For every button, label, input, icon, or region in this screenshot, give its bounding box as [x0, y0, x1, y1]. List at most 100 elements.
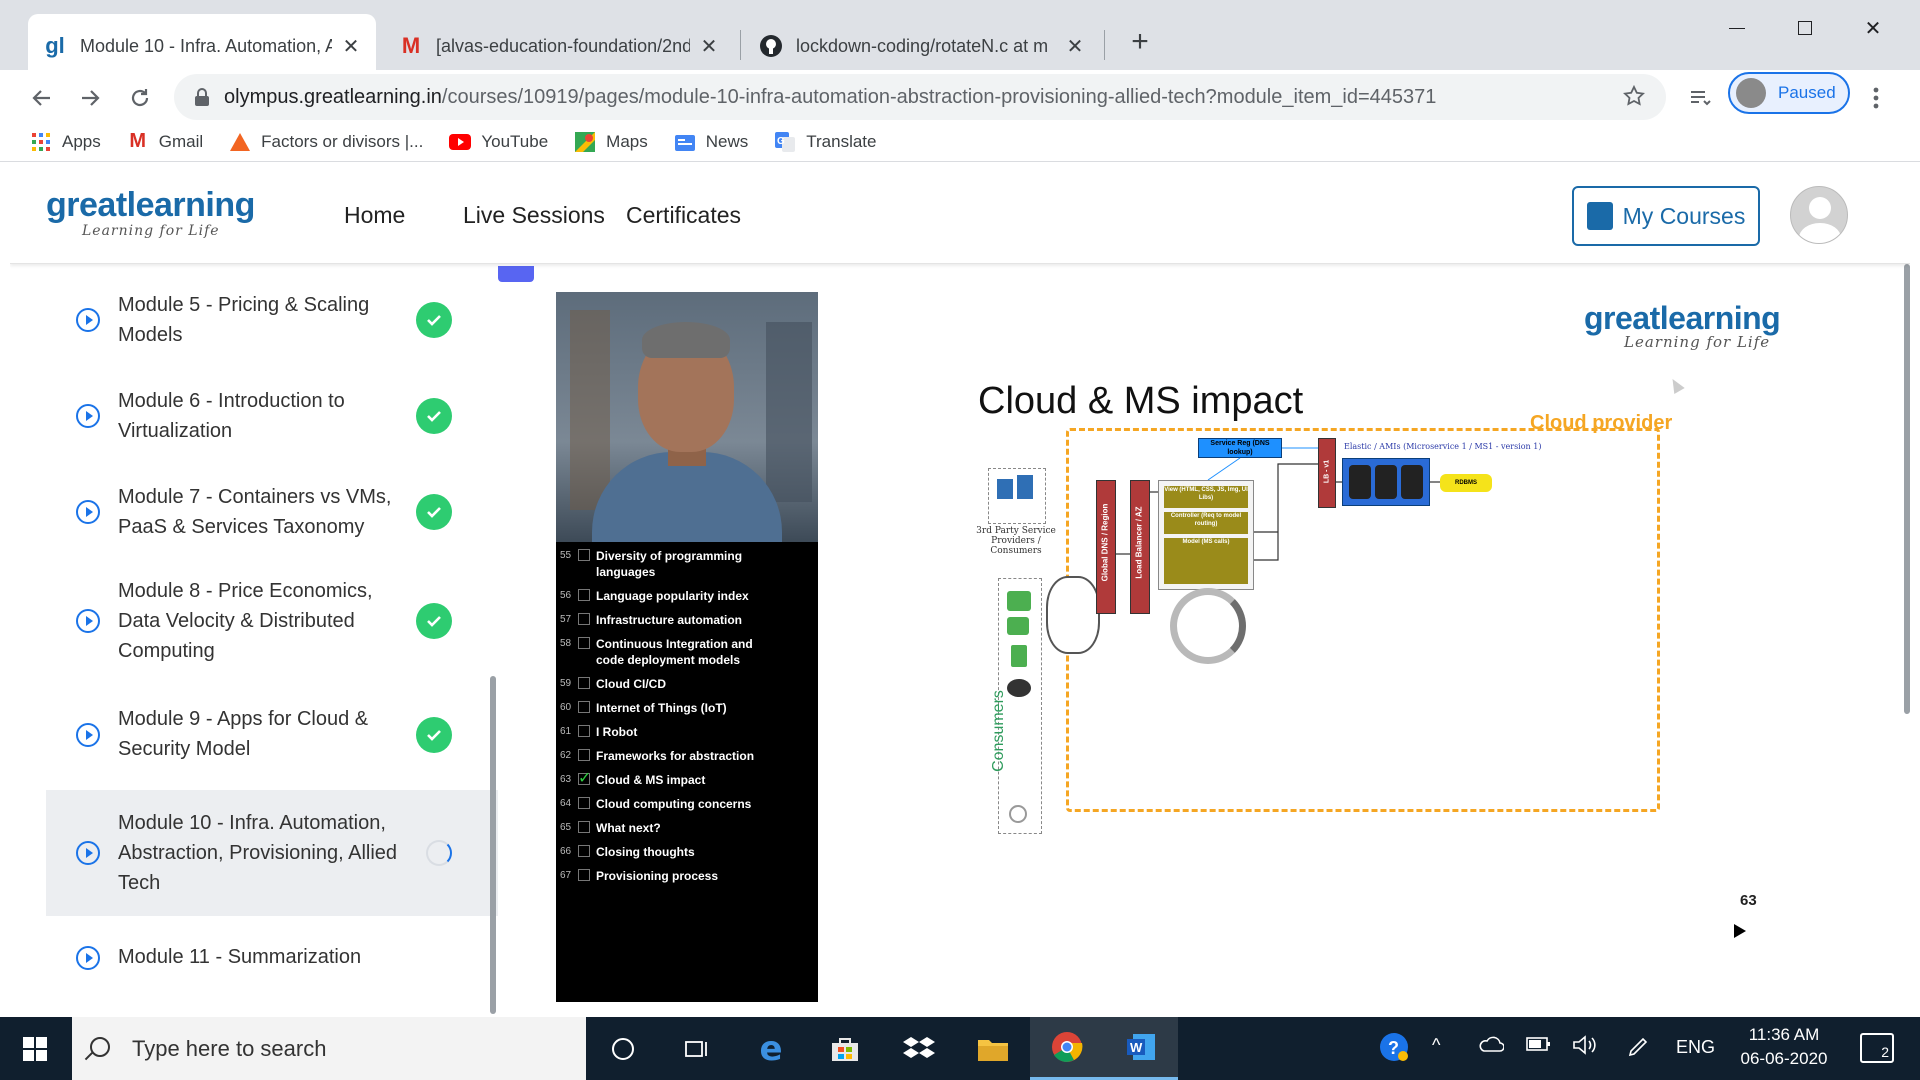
help-icon[interactable]: ? [1378, 1031, 1410, 1068]
maximize-button[interactable] [1772, 8, 1838, 48]
agenda-item: 59 Cloud CI/CD [560, 677, 666, 691]
task-view-icon[interactable] [660, 1017, 734, 1080]
play-circle-icon [76, 723, 100, 747]
module-item-7[interactable]: Module 7 - Containers vs VMs, PaaS & Ser… [46, 472, 498, 552]
bookmark-star-icon[interactable] [1622, 84, 1646, 114]
cortana-icon[interactable] [586, 1017, 660, 1080]
module-item-8[interactable]: Module 8 - Price Economics, Data Velocit… [46, 566, 498, 676]
browser-window: gl Module 10 - Infra. Automation, A ✕ M … [0, 0, 1920, 1017]
browser-menu-icon[interactable] [1856, 78, 1896, 118]
clock[interactable]: 11:36 AM 06-06-2020 [1724, 1023, 1844, 1071]
module-item-5[interactable]: Module 5 - Pricing & Scaling Models [46, 280, 498, 360]
tab-close-icon[interactable]: ✕ [698, 34, 720, 59]
check-icon [578, 768, 591, 788]
onedrive-icon[interactable] [1478, 1035, 1505, 1058]
agenda-item: 56 Language popularity index [560, 589, 749, 603]
tab-close-icon[interactable]: ✕ [1064, 34, 1086, 59]
language-indicator[interactable]: ENG [1676, 1037, 1715, 1058]
taskbar-search-input[interactable]: Type here to search [72, 1017, 586, 1080]
play-circle-icon [76, 500, 100, 524]
tab-github[interactable]: lockdown-coding/rotateN.c at m ✕ [744, 14, 1100, 78]
completed-check-icon [416, 717, 452, 753]
back-button[interactable] [22, 78, 62, 118]
site-header: greatlearning Learning for Life Home Liv… [10, 166, 1910, 264]
agenda-item: 61 I Robot [560, 725, 638, 739]
video-top-strip [498, 266, 1898, 282]
bookmark-factors[interactable]: Factors or divisors |... [229, 131, 423, 153]
module-item-10[interactable]: Module 10 - Infra. Automation, Abstracti… [46, 790, 498, 916]
logo-tagline: Learning for Life [82, 223, 220, 239]
edge-icon[interactable]: e [734, 1017, 808, 1080]
agenda-item: 58 Continuous Integration and code deploy… [560, 637, 753, 667]
my-courses-label: My Courses [1622, 202, 1746, 229]
module-title: Module 6 - Introduction to Virtualizatio… [118, 390, 345, 442]
user-avatar[interactable] [1790, 186, 1848, 244]
page-scrollbar[interactable] [1904, 264, 1910, 714]
greatlearning-logo[interactable]: greatlearning Learning for Life [46, 186, 255, 239]
agenda-item: 65 What next? [560, 821, 661, 835]
url-domain: olympus.greatlearning.in [224, 85, 442, 108]
bookmark-news[interactable]: News [674, 131, 748, 153]
tab-title: Module 10 - Infra. Automation, A [80, 35, 332, 56]
lock-icon [194, 88, 210, 106]
presenter-video [556, 292, 818, 542]
file-explorer-icon[interactable] [956, 1017, 1030, 1080]
dropbox-icon[interactable] [882, 1017, 956, 1080]
play-circle-icon [76, 308, 100, 332]
url-path: /courses/10919/pages/module-10-infra-aut… [441, 85, 1437, 108]
tab-separator [740, 30, 741, 60]
nav-live-sessions[interactable]: Live Sessions [463, 202, 605, 229]
svg-text:?: ? [1388, 1038, 1399, 1058]
chrome-icon[interactable] [1030, 1017, 1104, 1080]
volume-icon[interactable] [1572, 1035, 1598, 1060]
reload-button[interactable] [120, 78, 160, 118]
module-item-6[interactable]: Module 6 - Introduction to Virtualizatio… [46, 376, 498, 456]
word-icon[interactable]: W [1104, 1017, 1178, 1080]
bookmark-youtube[interactable]: YouTube [449, 131, 548, 153]
tab-current[interactable]: gl Module 10 - Infra. Automation, A ✕ [28, 14, 376, 78]
bookmark-apps[interactable]: Apps [30, 131, 101, 153]
pen-ink-icon[interactable] [1626, 1035, 1650, 1064]
slide-page-number: 63 [1740, 892, 1757, 909]
store-icon[interactable] [808, 1017, 882, 1080]
tab-title: [alvas-education-foundation/2nd [436, 35, 690, 56]
start-button[interactable] [0, 1017, 70, 1080]
agenda-item: 55 Diversity of programming languages [560, 549, 743, 579]
notification-center-icon[interactable]: 2 [1860, 1033, 1894, 1063]
module-item-9[interactable]: Module 9 - Apps for Cloud & Security Mod… [46, 690, 498, 780]
minimize-button[interactable] [1704, 8, 1770, 48]
profile-paused-button[interactable]: Paused [1728, 72, 1850, 114]
clock-date: 06-06-2020 [1740, 1049, 1828, 1068]
completed-check-icon [416, 603, 452, 639]
module-sidebar: Module 5 - Pricing & Scaling Models Modu… [46, 266, 498, 1014]
module-title: Module 11 - Summarization [118, 946, 362, 968]
slide-next-arrow-icon[interactable] [1734, 924, 1746, 938]
book-icon [1586, 202, 1613, 230]
reading-list-icon[interactable] [1680, 78, 1720, 118]
new-tab-button[interactable]: + [1120, 22, 1160, 62]
bookmark-gmail[interactable]: M Gmail [127, 130, 203, 153]
news-icon [674, 131, 696, 153]
bookmark-maps[interactable]: Maps [574, 131, 648, 153]
bookmark-translate[interactable]: G Translate [774, 131, 876, 153]
battery-icon[interactable] [1526, 1035, 1552, 1058]
bookmark-label: Apps [62, 131, 101, 151]
forward-button[interactable] [70, 78, 110, 118]
close-window-button[interactable]: ✕ [1840, 8, 1906, 48]
profile-avatar [1736, 78, 1766, 108]
show-hidden-icons-icon[interactable]: ^ [1432, 1035, 1440, 1056]
module-item-11[interactable]: Module 11 - Summarization [46, 926, 498, 990]
bookmark-label: Translate [806, 131, 877, 151]
agenda-item: 64 Cloud computing concerns [560, 797, 752, 811]
video-tab-marker [498, 266, 534, 282]
nav-certificates[interactable]: Certificates [626, 202, 741, 229]
my-courses-button[interactable]: My Courses [1572, 186, 1760, 246]
github-icon [758, 33, 784, 59]
tab-gmail[interactable]: M [alvas-education-foundation/2nd ✕ [384, 14, 734, 78]
lecture-video[interactable]: 55 Diversity of programming languages 56 L… [556, 292, 1818, 1002]
agenda-item: 67 Provisioning process [560, 869, 719, 883]
address-bar[interactable]: olympus.greatlearning.in/courses/10919/p… [174, 74, 1666, 120]
sidebar-scrollbar[interactable] [490, 676, 496, 1014]
tab-close-icon[interactable]: ✕ [340, 34, 362, 59]
nav-home[interactable]: Home [344, 202, 405, 229]
